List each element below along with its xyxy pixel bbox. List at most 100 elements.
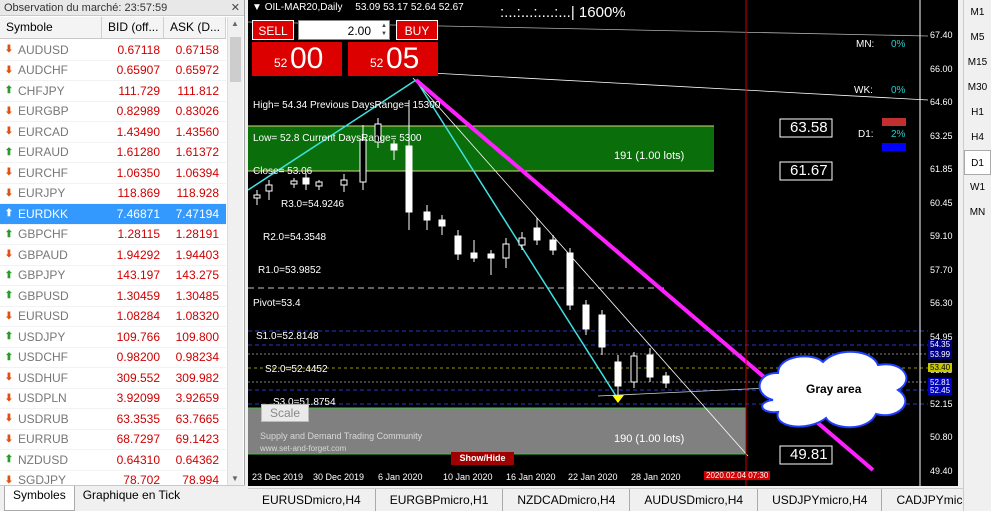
arrow-down-icon: ⬇: [4, 249, 14, 261]
show-hide-button[interactable]: Show/Hide: [451, 452, 514, 465]
wk-value: 0%: [891, 85, 906, 96]
arrow-down-icon: ⬇: [4, 44, 14, 56]
scale-button[interactable]: Scale: [261, 404, 309, 422]
tab-tick-chart[interactable]: Graphique en Tick: [75, 486, 188, 511]
timeframe-h4[interactable]: H4: [964, 125, 991, 150]
symbol-row[interactable]: ⬇ GBPAUD 1.94292 1.94403: [0, 245, 226, 266]
arrow-up-icon: ⬆: [4, 85, 14, 97]
buy-price[interactable]: 52 05: [348, 42, 438, 76]
symbol-row[interactable]: ⬇ EURJPY 118.869 118.928: [0, 184, 226, 204]
scrollbar[interactable]: ▲ ▼: [227, 17, 243, 485]
bid-price: 1.43490: [116, 124, 160, 139]
symbol-row[interactable]: ⬆ EURDKK 7.46871 7.47194: [0, 204, 226, 225]
info-line: Low= 52.8 Current DaysRange= 5300: [253, 133, 422, 144]
symbol-name: EURGBP: [18, 104, 69, 119]
symbol-row[interactable]: ⬇ EURGBP 0.82989 0.83026: [0, 102, 226, 122]
symbol-row[interactable]: ⬆ EURAUD 1.61280 1.61372: [0, 143, 226, 163]
ask-price: 1.08320: [175, 309, 219, 324]
timeframe-m5[interactable]: M5: [964, 25, 991, 50]
symbol-row[interactable]: ⬇ AUDUSD 0.67118 0.67158: [0, 40, 226, 61]
date-axis-label: 28 Jan 2020: [631, 472, 681, 482]
chart-tab[interactable]: EURUSDmicro,H4: [248, 489, 376, 511]
info-line: Close= 53.06: [253, 166, 313, 177]
symbol-name: GBPCHF: [18, 227, 69, 242]
bid-price: 0.98200: [116, 350, 160, 365]
timeframe-d1[interactable]: D1: [964, 150, 991, 175]
arrow-up-icon: ⬆: [4, 290, 14, 302]
ask-price: 7.47194: [175, 206, 219, 221]
sell-button[interactable]: SELL: [252, 20, 294, 40]
symbol-row[interactable]: ⬇ EURCHF 1.06350 1.06394: [0, 163, 226, 184]
column-header-bid[interactable]: BID (off...: [102, 17, 164, 38]
chart-tab[interactable]: NZDCADmicro,H4: [503, 489, 631, 511]
timeframe-mn[interactable]: MN: [964, 200, 991, 225]
mn-strength-bar: [882, 118, 906, 126]
date-axis-label: 22 Jan 2020: [568, 472, 618, 482]
ask-price: 118.928: [176, 186, 220, 201]
bid-price: 0.82989: [116, 104, 160, 119]
lot-size-input[interactable]: 2.00 ▲ ▼: [298, 20, 390, 40]
price-axis-label: 52.15: [930, 398, 953, 409]
timeframe-m15[interactable]: M15: [964, 50, 991, 75]
tab-symbols[interactable]: Symboles: [4, 486, 75, 511]
column-header-ask[interactable]: ASK (D...: [164, 17, 226, 38]
sell-price-big: 00: [290, 42, 324, 75]
arrow-down-icon: ⬇: [4, 64, 14, 76]
price-chart[interactable]: ▼ OIL-MAR20,Daily 53.09 53.17 52.64 52.6…: [248, 0, 958, 486]
symbol-row[interactable]: ⬆ GBPCHF 1.28115 1.28191: [0, 225, 226, 245]
timeframe-m1[interactable]: M1: [964, 0, 991, 25]
bid-price: 118.869: [117, 186, 161, 201]
lot-stepper-icon[interactable]: ▲ ▼: [381, 22, 387, 38]
symbol-row[interactable]: ⬆ CHFJPY 111.729 111.812: [0, 81, 226, 102]
symbol-row[interactable]: ⬇ USDPLN 3.92099 3.92659: [0, 389, 226, 409]
close-icon[interactable]: ✕: [231, 1, 240, 14]
price-axis-label: 60.45: [930, 197, 953, 208]
watermark-url: www.set-and-forget.com: [260, 444, 347, 453]
symbol-row[interactable]: ⬇ USDHUF 309.552 309.982: [0, 368, 226, 389]
symbol-row[interactable]: ⬇ EURRUB 68.7297 69.1423: [0, 430, 226, 450]
symbol-name: USDHUF: [18, 370, 68, 385]
info-line: High= 54.34 Previous DaysRange= 15300: [253, 100, 441, 111]
symbol-row[interactable]: ⬇ USDRUB 63.3535 63.7665: [0, 409, 226, 430]
chart-tab[interactable]: EURGBPmicro,H1: [376, 489, 504, 511]
timeframe-m30[interactable]: M30: [964, 75, 991, 100]
symbol-name: GBPJPY: [18, 268, 66, 283]
symbol-row[interactable]: ⬆ NZDUSD 0.64310 0.64362: [0, 450, 226, 471]
symbol-row[interactable]: ⬇ EURCAD 1.43490 1.43560: [0, 122, 226, 143]
symbol-name: EURCHF: [18, 165, 68, 180]
symbol-name: CHFJPY: [18, 83, 65, 98]
sell-price[interactable]: 52 00: [252, 42, 342, 76]
chart-tab[interactable]: CADJPYmicro,H4: [882, 489, 963, 511]
symbol-row[interactable]: ⬆ USDCHF 0.98200 0.98234: [0, 348, 226, 368]
symbol-name: EURUSD: [18, 309, 69, 324]
symbol-name: EURDKK: [18, 206, 69, 221]
symbol-row[interactable]: ⬇ AUDCHF 0.65907 0.65972: [0, 61, 226, 81]
chart-symbol-label: ▼ OIL-MAR20,Daily 53.09 53.17 52.64 52.6…: [252, 2, 464, 13]
lot-size-value: 2.00: [347, 24, 371, 38]
ask-price: 1.94403: [175, 247, 219, 262]
ask-price: 109.800: [175, 329, 219, 344]
scroll-up-icon[interactable]: ▲: [231, 19, 239, 28]
chart-tab[interactable]: USDJPYmicro,H4: [758, 489, 883, 511]
pivot-info: High= 54.34 Previous DaysRange= 15300 Lo…: [253, 78, 440, 430]
scroll-down-icon[interactable]: ▼: [231, 474, 239, 483]
symbol-row[interactable]: ⬆ GBPJPY 143.197 143.275: [0, 266, 226, 286]
ask-price: 143.275: [175, 268, 219, 283]
symbol-name: EURCAD: [18, 124, 69, 139]
chart-tab[interactable]: AUDUSDmicro,H4: [630, 489, 759, 511]
bid-price: 143.197: [116, 268, 160, 283]
buy-button[interactable]: BUY: [396, 20, 438, 40]
timeframe-h1[interactable]: H1: [964, 100, 991, 125]
symbol-name: NZDUSD: [18, 452, 68, 467]
ask-price: 63.7665: [175, 411, 219, 426]
symbol-row[interactable]: ⬆ GBPUSD 1.30459 1.30485: [0, 286, 226, 307]
symbol-row[interactable]: ⬆ USDJPY 109.766 109.800: [0, 327, 226, 348]
column-header-symbol[interactable]: Symbole: [0, 17, 102, 38]
timeframe-w1[interactable]: W1: [964, 175, 991, 200]
supply-zone-label: 191 (1.00 lots): [614, 150, 685, 162]
price-axis-label: 64.60: [930, 97, 953, 107]
gray-area-label: Gray area: [806, 382, 862, 396]
price-axis-label: 57.70: [930, 264, 953, 275]
symbol-row[interactable]: ⬇ EURUSD 1.08284 1.08320: [0, 307, 226, 327]
scrollbar-thumb[interactable]: [230, 37, 241, 82]
